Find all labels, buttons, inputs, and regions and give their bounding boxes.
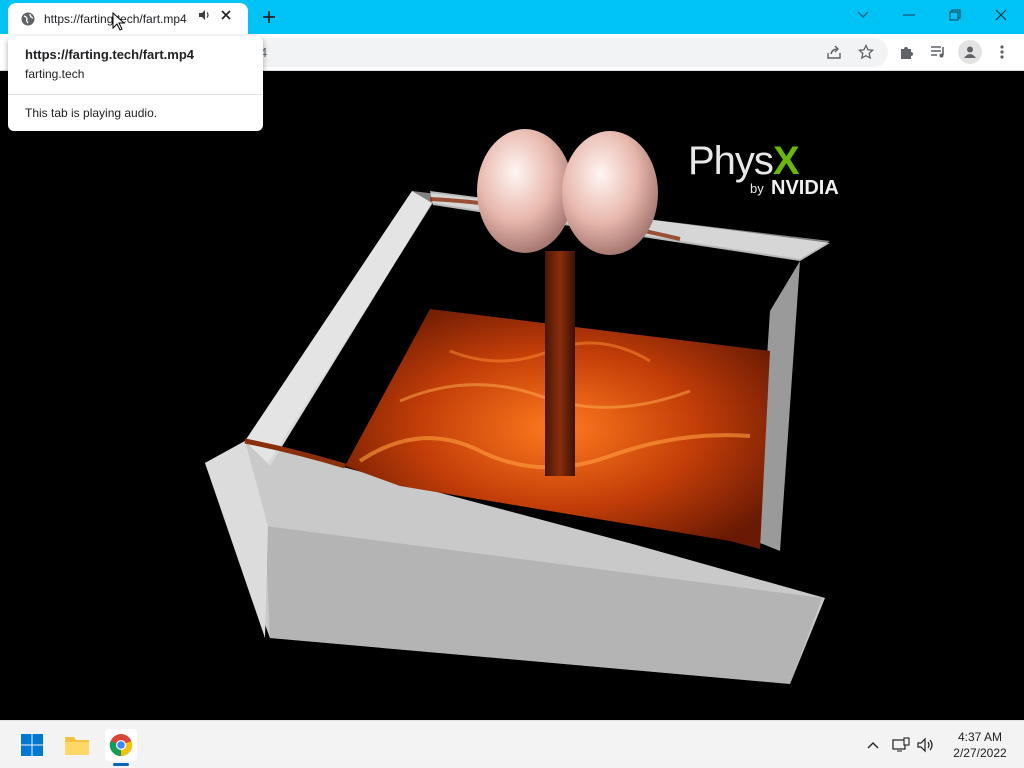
- physx-logo: PhysX by NVIDIA: [688, 139, 860, 205]
- restore-icon[interactable]: [932, 0, 978, 30]
- minimize-icon[interactable]: [886, 0, 932, 30]
- hovercard-status: This tab is playing audio.: [25, 106, 158, 120]
- windows-start-icon[interactable]: [16, 729, 48, 761]
- system-clock[interactable]: 4:37 AM 2/27/2022: [944, 729, 1016, 761]
- share-icon[interactable]: [822, 40, 846, 64]
- chevron-down-icon[interactable]: [840, 0, 886, 30]
- browser-titlebar: https://farting.tech/fart.mp4: [0, 0, 1024, 34]
- taskbar: 4:37 AM 2/27/2022: [0, 720, 1024, 768]
- volume-icon[interactable]: [916, 735, 936, 755]
- hovercard-domain: farting.tech: [25, 67, 85, 81]
- profile-icon[interactable]: [958, 40, 982, 64]
- close-icon[interactable]: [218, 7, 234, 23]
- hovercard-title: https://farting.tech/fart.mp4: [25, 47, 195, 62]
- chrome-icon[interactable]: [105, 729, 137, 761]
- physx-logo-brand: NVIDIA: [771, 177, 839, 199]
- extensions-icon[interactable]: [894, 40, 918, 64]
- file-explorer-icon[interactable]: [61, 729, 93, 761]
- clock-time: 4:37 AM: [957, 730, 1003, 744]
- active-app-indicator: [113, 763, 129, 766]
- video-viewport[interactable]: PhysX by NVIDIA: [0, 71, 1024, 720]
- star-icon[interactable]: [854, 40, 878, 64]
- mouse-cursor-icon: [112, 12, 126, 31]
- address-bar[interactable]: 4: [220, 38, 888, 67]
- tab-hovercard: https://farting.tech/fart.mp4 farting.te…: [8, 36, 263, 131]
- speaker-icon[interactable]: [197, 8, 211, 22]
- clock-date: 2/27/2022: [953, 746, 1007, 760]
- chevron-up-icon[interactable]: [863, 735, 883, 755]
- globe-icon: [20, 11, 36, 27]
- media-control-icon[interactable]: [926, 40, 950, 64]
- browser-tab[interactable]: https://farting.tech/fart.mp4: [8, 3, 248, 34]
- plus-icon[interactable]: [258, 6, 280, 28]
- hovercard-divider: [8, 94, 263, 95]
- video-frame: [205, 129, 830, 684]
- network-icon[interactable]: [891, 735, 911, 755]
- physx-logo-by: by: [750, 181, 764, 196]
- close-window-icon[interactable]: [978, 0, 1024, 30]
- menu-icon[interactable]: [990, 40, 1014, 64]
